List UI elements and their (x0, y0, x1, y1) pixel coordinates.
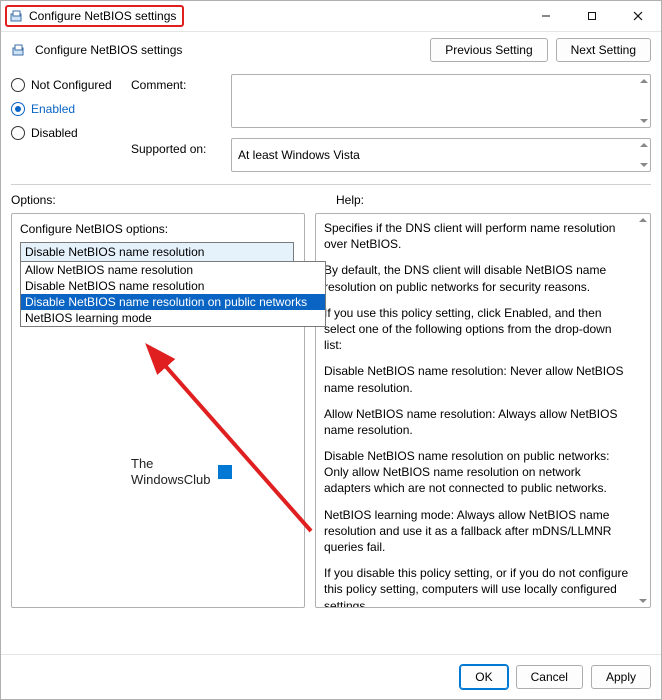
policy-header: Configure NetBIOS settings (11, 42, 430, 58)
comment-row: Comment: (131, 74, 651, 128)
dropdown-selected: Disable NetBIOS name resolution (21, 243, 293, 261)
header-row: Configure NetBIOS settings Previous Sett… (1, 32, 661, 68)
group-policy-editor-window: Configure NetBIOS settings Configure Net… (0, 0, 662, 700)
maximize-button[interactable] (569, 1, 615, 31)
lower-headers: Options: Help: (11, 193, 651, 213)
dropdown-item[interactable]: Disable NetBIOS name resolution (21, 278, 325, 294)
scroll-down-icon[interactable] (640, 117, 648, 125)
scroll-up-icon[interactable] (640, 77, 648, 85)
options-subheading: Configure NetBIOS options: (20, 222, 296, 236)
minimize-button[interactable] (523, 1, 569, 31)
supported-row: Supported on: At least Windows Vista (131, 138, 651, 172)
window-buttons (523, 1, 661, 31)
radio-enabled[interactable]: Enabled (11, 102, 121, 116)
help-paragraph: If you disable this policy setting, or i… (324, 565, 630, 608)
close-button[interactable] (615, 1, 661, 31)
next-setting-button[interactable]: Next Setting (556, 38, 651, 62)
ok-button[interactable]: OK (460, 665, 507, 689)
radio-label: Disabled (31, 126, 78, 140)
body: Not Configured Enabled Disabled Comment: (1, 68, 661, 654)
lower-columns: Configure NetBIOS options: Disable NetBI… (11, 213, 651, 644)
help-paragraph: NetBIOS learning mode: Always allow NetB… (324, 507, 630, 556)
help-column: Specifies if the DNS client will perform… (315, 213, 651, 644)
scroll-up-icon[interactable] (640, 141, 648, 149)
options-column: Configure NetBIOS options: Disable NetBI… (11, 213, 305, 644)
fields: Comment: Supported on: At least Windows … (131, 74, 651, 172)
dropdown-item[interactable]: NetBIOS learning mode (21, 310, 325, 326)
radio-label: Not Configured (31, 78, 112, 92)
cancel-button[interactable]: Cancel (516, 665, 583, 689)
dropdown-list: Allow NetBIOS name resolutionDisable Net… (20, 261, 326, 327)
radio-not-configured[interactable]: Not Configured (11, 78, 121, 92)
policy-icon (11, 42, 27, 58)
scroll-down-icon[interactable] (640, 161, 648, 169)
options-heading: Options: (11, 193, 326, 213)
dropdown-selected-text: Disable NetBIOS name resolution (25, 245, 204, 259)
dropdown-item[interactable]: Disable NetBIOS name resolution on publi… (21, 294, 325, 310)
radio-icon (11, 126, 25, 140)
help-paragraph: Disable NetBIOS name resolution on publi… (324, 448, 630, 497)
window-title: Configure NetBIOS settings (29, 9, 176, 23)
radio-icon (11, 102, 25, 116)
titlebar: Configure NetBIOS settings (1, 1, 661, 32)
help-paragraph: Disable NetBIOS name resolution: Never a… (324, 363, 630, 395)
nav-buttons: Previous Setting Next Setting (430, 38, 651, 62)
dropdown-item[interactable]: Allow NetBIOS name resolution (21, 262, 325, 278)
radio-label: Enabled (31, 102, 75, 116)
help-paragraph: By default, the DNS client will disable … (324, 262, 630, 294)
policy-name: Configure NetBIOS settings (35, 43, 182, 57)
upper-section: Not Configured Enabled Disabled Comment: (11, 68, 651, 182)
supported-box: At least Windows Vista (231, 138, 651, 172)
supported-label: Supported on: (131, 138, 221, 156)
help-heading: Help: (336, 193, 651, 213)
footer: OK Cancel Apply (1, 654, 661, 699)
help-paragraph: Specifies if the DNS client will perform… (324, 220, 630, 252)
help-paragraph: Allow NetBIOS name resolution: Always al… (324, 406, 630, 438)
supported-value: At least Windows Vista (238, 148, 360, 162)
scroll-up-icon[interactable] (639, 216, 647, 224)
radio-icon (11, 78, 25, 92)
help-panel[interactable]: Specifies if the DNS client will perform… (315, 213, 651, 608)
policy-icon (9, 8, 25, 24)
comment-label: Comment: (131, 74, 221, 92)
previous-setting-button[interactable]: Previous Setting (430, 38, 547, 62)
titlebar-highlight: Configure NetBIOS settings (5, 5, 184, 27)
divider (11, 184, 651, 185)
state-radios: Not Configured Enabled Disabled (11, 74, 121, 172)
comment-textarea[interactable] (231, 74, 651, 128)
radio-disabled[interactable]: Disabled (11, 126, 121, 140)
netbios-options-dropdown[interactable]: Disable NetBIOS name resolution Allow Ne… (20, 242, 294, 262)
scroll-down-icon[interactable] (639, 597, 647, 605)
apply-button[interactable]: Apply (591, 665, 651, 689)
help-paragraph: If you use this policy setting, click En… (324, 305, 630, 354)
options-panel: Configure NetBIOS options: Disable NetBI… (11, 213, 305, 608)
